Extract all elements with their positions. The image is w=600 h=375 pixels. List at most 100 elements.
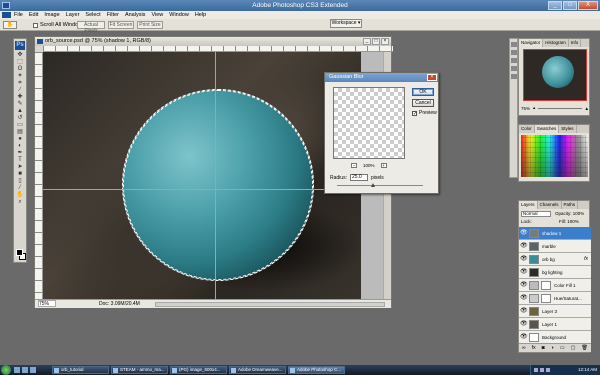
menu-select[interactable]: Select — [85, 11, 100, 19]
layer-row[interactable]: 👁 Layer 1 — [519, 318, 591, 331]
browser-icon[interactable] — [30, 367, 36, 373]
visibility-eye-icon[interactable]: 👁 — [520, 256, 528, 263]
horizontal-scrollbar[interactable] — [155, 302, 385, 307]
tab-histogram[interactable]: Histogram — [543, 39, 569, 47]
folder-icon[interactable]: ▭ — [560, 345, 565, 351]
close-button[interactable]: X — [578, 1, 598, 10]
navigator-thumbnail[interactable] — [523, 49, 587, 101]
actions-panel-icon[interactable] — [510, 50, 517, 55]
eraser-tool-icon[interactable]: ▭ — [16, 122, 25, 128]
taskbar-button[interactable]: Adobe Photoshop C... — [288, 366, 345, 374]
layer-row[interactable]: 👁 orb bg fx — [519, 253, 591, 266]
zoom-field[interactable]: 75% — [38, 300, 56, 307]
visibility-eye-icon[interactable]: 👁 — [520, 334, 528, 341]
menu-window[interactable]: Window — [169, 11, 189, 19]
taskbar-button[interactable]: STEAM - ammo_ma... — [111, 366, 168, 374]
fill-field[interactable]: Fill: 100% — [559, 219, 579, 224]
move-tool-icon[interactable]: ✥ — [16, 52, 25, 58]
visibility-eye-icon[interactable]: 👁 — [520, 243, 528, 250]
visibility-eye-icon[interactable]: 👁 — [520, 230, 528, 237]
layer-comps-icon[interactable] — [510, 74, 517, 79]
ps-menu-icon[interactable] — [2, 12, 11, 18]
trash-icon[interactable]: 🗑 — [582, 345, 588, 351]
blend-mode-select[interactable]: Normal — [521, 211, 551, 217]
ok-button[interactable]: OK — [412, 88, 434, 96]
slice-tool-icon[interactable]: ∕ — [16, 87, 25, 93]
zoom-tool-icon[interactable]: ⌕ — [16, 199, 25, 205]
actual-pixels-button[interactable]: Actual Pixels — [77, 21, 105, 34]
menu-file[interactable]: File — [14, 11, 23, 19]
tab-layers[interactable]: Layers — [519, 201, 538, 209]
healing-tool-icon[interactable]: ✚ — [16, 94, 25, 100]
layer-effects-icon[interactable]: fx — [584, 253, 588, 266]
security-icon[interactable] — [546, 368, 550, 372]
minimize-button[interactable]: _ — [548, 1, 562, 10]
fx-icon[interactable]: fx — [532, 345, 536, 351]
history-panel-icon[interactable] — [510, 42, 517, 47]
marquee-tool-icon[interactable]: ⬚ — [16, 59, 25, 65]
brushes-panel-icon[interactable] — [510, 58, 517, 63]
adjust-icon[interactable]: ◑ — [551, 345, 554, 351]
mask-icon[interactable]: ◙ — [542, 345, 545, 351]
tab-paths[interactable]: Paths — [562, 201, 579, 209]
stamp-tool-icon[interactable]: ▲ — [16, 108, 25, 114]
doc-size-info[interactable]: Doc: 3.09M/20.4M — [99, 300, 140, 308]
doc-maximize-button[interactable]: □ — [372, 38, 380, 45]
crop-tool-icon[interactable]: ⌗ — [16, 80, 25, 86]
switch-windows-icon[interactable] — [22, 367, 28, 373]
blur-preview-area[interactable] — [333, 87, 405, 159]
document-title-bar[interactable]: orb_source.psd @ 75% (shadow 1, RGB/8) _… — [35, 37, 391, 46]
zoom-in-icon[interactable]: ▲ — [585, 106, 589, 111]
preview-checkbox[interactable]: ✓ Preview — [412, 110, 437, 116]
zoom-out-button[interactable]: − — [351, 163, 357, 168]
layer-row[interactable]: 👁 bg lighting — [519, 266, 591, 279]
doc-close-button[interactable]: × — [381, 38, 389, 45]
vertical-guide[interactable] — [215, 52, 216, 299]
layer-row[interactable]: 👁 shadow 1 — [519, 227, 591, 240]
tab-info[interactable]: Info — [569, 39, 582, 47]
menu-help[interactable]: Help — [195, 11, 206, 19]
hand-tool-preset-icon[interactable]: ✋ — [3, 21, 17, 29]
zoom-out-icon[interactable]: ▴ — [533, 105, 535, 111]
volume-icon[interactable] — [540, 368, 544, 372]
slider-thumb[interactable] — [371, 183, 375, 187]
taskbar-button[interactable]: orb_tutorial — [52, 366, 109, 374]
workspace-button[interactable]: Workspace ▾ — [330, 19, 362, 28]
menu-edit[interactable]: Edit — [29, 11, 38, 19]
network-icon[interactable] — [534, 368, 538, 372]
print-size-button[interactable]: Print Size — [137, 21, 163, 29]
visibility-eye-icon[interactable]: 👁 — [520, 295, 528, 302]
navigator-zoom-value[interactable]: 75% — [521, 106, 530, 111]
history-brush-tool-icon[interactable]: ↺ — [16, 115, 25, 121]
show-desktop-icon[interactable] — [14, 367, 20, 373]
visibility-eye-icon[interactable]: 👁 — [520, 269, 528, 276]
tool-presets-icon[interactable] — [510, 66, 517, 71]
vertical-ruler[interactable] — [35, 52, 43, 299]
horizontal-guide[interactable] — [43, 189, 361, 190]
type-tool-icon[interactable]: T — [16, 157, 25, 163]
lasso-tool-icon[interactable]: ʘ — [16, 66, 25, 72]
menu-analysis[interactable]: Analysis — [125, 11, 145, 19]
tab-navigator[interactable]: Navigator — [519, 39, 544, 47]
maximize-button[interactable]: □ — [563, 1, 577, 10]
doc-minimize-button[interactable]: _ — [363, 38, 371, 45]
start-button[interactable] — [1, 365, 11, 375]
pen-tool-icon[interactable]: ✒ — [16, 150, 25, 156]
magic-wand-tool-icon[interactable]: ✶ — [16, 73, 25, 79]
visibility-eye-icon[interactable]: 👁 — [520, 282, 528, 289]
dialog-title-bar[interactable]: Gaussian Blur × — [325, 73, 438, 82]
menu-layer[interactable]: Layer — [66, 11, 80, 19]
new-layer-icon[interactable]: ▢ — [571, 345, 576, 351]
layer-row[interactable]: 👁 Hue/Saturat... — [519, 292, 591, 305]
visibility-eye-icon[interactable]: 👁 — [520, 321, 528, 328]
dodge-tool-icon[interactable]: ◐ — [16, 143, 25, 149]
dialog-close-icon[interactable]: × — [427, 74, 437, 81]
taskbar-button[interactable]: Adobe Dreamweave... — [229, 366, 286, 374]
layer-row[interactable]: 👁 Layer 3 — [519, 305, 591, 318]
shape-tool-icon[interactable]: ■ — [16, 171, 25, 177]
brush-tool-icon[interactable]: ✎ — [16, 101, 25, 107]
taskbar-button[interactable]: (PG) image_600x4... — [170, 366, 227, 374]
tab-styles[interactable]: Styles — [559, 125, 577, 133]
tab-color[interactable]: Color — [519, 125, 535, 133]
visibility-eye-icon[interactable]: 👁 — [520, 308, 528, 315]
